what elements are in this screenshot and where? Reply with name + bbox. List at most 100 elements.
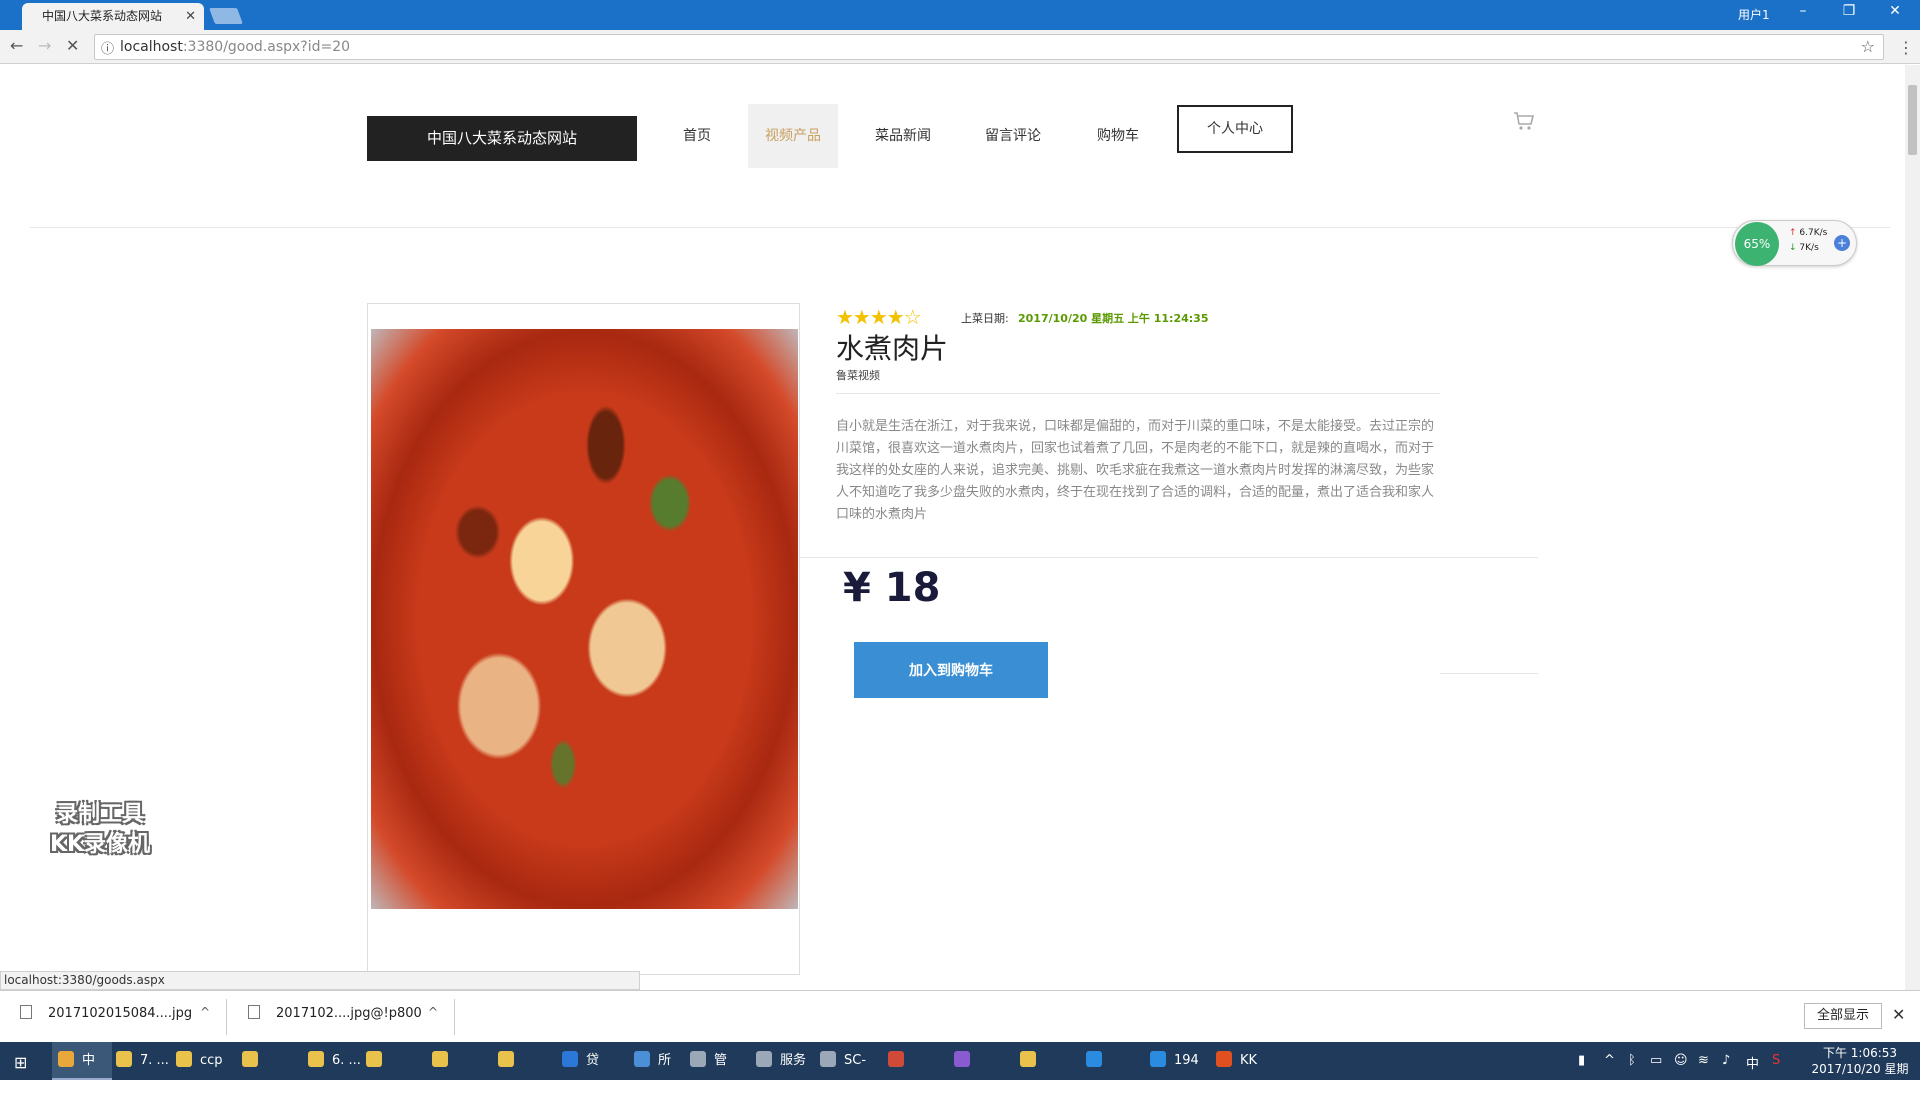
scroll-thumb[interactable] xyxy=(1908,85,1917,155)
add-to-cart-button[interactable]: 加入到购物车 xyxy=(854,642,1048,698)
app-icon xyxy=(888,1051,904,1067)
taskbar-app[interactable]: KK录... xyxy=(1210,1042,1270,1106)
divider xyxy=(836,393,1440,394)
taskbar-app[interactable]: food... xyxy=(948,1042,1008,1106)
url-text: localhost:3380/good.aspx?id=20 xyxy=(120,39,350,55)
taskbar-app[interactable]: SC-2... xyxy=(814,1042,874,1106)
watermark-line1: 录制工具 xyxy=(55,802,144,827)
nav-comments[interactable]: 留言评论 xyxy=(976,104,1050,168)
nav-dish-news[interactable]: 菜品新闻 xyxy=(866,104,940,168)
memory-percent: 65% xyxy=(1735,222,1779,266)
app-icon xyxy=(1216,1051,1232,1067)
app-icon xyxy=(1086,1051,1102,1067)
show-all-button[interactable]: 全部显示 xyxy=(1804,1003,1882,1029)
minimize-icon[interactable]: – xyxy=(1788,3,1818,19)
battery-icon[interactable]: ▮ xyxy=(1578,1053,1585,1068)
divider xyxy=(800,557,1538,558)
download-speed: ↓ 7K/s xyxy=(1789,243,1819,253)
stop-icon[interactable]: ✕ xyxy=(66,36,79,55)
page-scrollbar[interactable] xyxy=(1905,65,1920,990)
taskbar-app-label: Soup... xyxy=(498,1091,544,1106)
taskbar-app[interactable]: 6. ... xyxy=(302,1042,362,1080)
up-arrow-icon: ↑ xyxy=(1789,228,1797,238)
product-title: 水煮肉片 xyxy=(836,332,949,365)
watermark-line2: KK录像机 xyxy=(49,832,151,857)
taskbar-app[interactable]: 服务 xyxy=(750,1042,810,1080)
plus-icon[interactable]: + xyxy=(1834,235,1850,251)
chevron-up-icon[interactable]: ^ xyxy=(428,1005,438,1019)
nav-cart[interactable]: 购物车 xyxy=(1086,104,1150,168)
date-value: 2017/10/20 星期五 上午 11:24:35 xyxy=(1018,312,1209,325)
chevron-up-icon[interactable]: ^ xyxy=(200,1005,210,1019)
taskbar-app[interactable]: PicPi... xyxy=(1014,1042,1074,1106)
bluetooth-icon[interactable]: ᛒ xyxy=(1628,1053,1636,1068)
taskbar-app[interactable]: Tea... xyxy=(1080,1042,1140,1106)
tab-close-icon[interactable]: ✕ xyxy=(185,3,196,30)
app-icon xyxy=(820,1051,836,1067)
site-logo[interactable]: 中国八大菜系动态网站 xyxy=(367,116,637,161)
taskbar-app[interactable]: D:\M... xyxy=(882,1042,942,1106)
taskbar-app-label: 7. ... xyxy=(140,1053,169,1068)
app-icon xyxy=(562,1051,578,1067)
taskbar-app[interactable]: ccp xyxy=(170,1042,230,1080)
download-value: 7K/s xyxy=(1799,243,1819,253)
tray-chevron-icon[interactable]: ^ xyxy=(1604,1053,1615,1068)
app-icon xyxy=(432,1051,448,1067)
taskbar-app[interactable]: color... xyxy=(426,1042,486,1106)
taskbar-app-label: fitness xyxy=(366,1091,410,1106)
forward-icon[interactable]: → xyxy=(38,36,51,55)
restore-icon[interactable]: ❐ xyxy=(1834,3,1864,19)
taskbar-app-label: food... xyxy=(954,1091,996,1106)
close-icon[interactable]: ✕ xyxy=(1892,1005,1905,1024)
taskbar-app-label: Baid... xyxy=(242,1091,284,1106)
bookmark-star-icon[interactable]: ☆ xyxy=(1861,37,1875,56)
taskbar-app-label: 6. ... xyxy=(332,1053,361,1068)
upload-value: 6.7K/s xyxy=(1799,228,1828,238)
taskbar-app[interactable]: 所有... xyxy=(628,1042,688,1106)
ime-indicator[interactable]: 中 xyxy=(1746,1053,1759,1072)
nav-home[interactable]: 首页 xyxy=(670,104,724,168)
new-tab-button[interactable] xyxy=(209,8,243,24)
network-monitor-widget[interactable]: 65% ↑ 6.7K/s ↓ 7K/s + xyxy=(1732,220,1857,266)
taskbar-app[interactable]: 中国... xyxy=(52,1042,112,1106)
taskbar-app-label: ccp xyxy=(200,1053,223,1068)
taskbar-app[interactable]: 管理... xyxy=(684,1042,744,1106)
page-content: 中国八大菜系动态网站 首页 视频产品 菜品新闻 留言评论 购物车 个人中心 ★★… xyxy=(0,65,1905,990)
nav-profile[interactable]: 个人中心 xyxy=(1177,105,1293,153)
download-item[interactable]: 2017102....jpg@!p800 xyxy=(248,1005,422,1021)
app-icon xyxy=(242,1051,258,1067)
info-icon[interactable]: ⓘ xyxy=(101,38,114,57)
app-icon xyxy=(366,1051,382,1067)
app-icon xyxy=(1020,1051,1036,1067)
app-icon xyxy=(954,1051,970,1067)
people-icon[interactable]: ☺ xyxy=(1674,1053,1688,1068)
address-bar[interactable]: ⓘ localhost:3380/good.aspx?id=20 ☆ xyxy=(94,34,1884,60)
menu-icon[interactable]: ⋮ xyxy=(1898,38,1914,57)
taskbar-app[interactable]: fitness xyxy=(360,1042,420,1106)
wifi-icon[interactable]: ≋ xyxy=(1698,1053,1709,1068)
app-icon xyxy=(690,1051,706,1067)
app-icon xyxy=(498,1051,514,1067)
taskbar-app[interactable]: Baid... xyxy=(236,1042,296,1106)
browser-tab[interactable]: 中国八大菜系动态网站 ✕ xyxy=(22,3,204,30)
close-window-icon[interactable]: ✕ xyxy=(1880,3,1910,19)
power-icon[interactable]: ▭ xyxy=(1650,1053,1662,1068)
taskbar-app[interactable]: 贷款... xyxy=(556,1042,616,1106)
taskbar-app[interactable]: Soup... xyxy=(492,1042,552,1106)
product-image-frame xyxy=(367,303,800,975)
tab-title: 中国八大菜系动态网站 xyxy=(42,9,163,23)
taskbar-app[interactable]: 7. ... xyxy=(110,1042,170,1080)
windows-taskbar: ⊞ 中国... 7. ... ccp Baid... 6. ... fitness colo… xyxy=(0,1042,1920,1106)
windows-start-icon[interactable]: ⊞ xyxy=(14,1053,27,1072)
nav-video-products[interactable]: 视频产品 xyxy=(748,104,838,168)
app-icon xyxy=(1150,1051,1166,1067)
volume-icon[interactable]: ♪ xyxy=(1722,1053,1730,1068)
sogou-icon[interactable]: S xyxy=(1772,1053,1780,1068)
cart-icon[interactable] xyxy=(1512,109,1536,133)
taskbar-app[interactable]: 194 ... xyxy=(1144,1042,1204,1106)
back-icon[interactable]: ← xyxy=(10,36,23,55)
taskbar-clock[interactable]: 下午 1:06:53 2017/10/20 星期五 xyxy=(1806,1045,1914,1093)
profile-name[interactable]: 用户1 xyxy=(1738,6,1770,23)
download-item[interactable]: 2017102015084....jpg xyxy=(20,1005,192,1021)
divider xyxy=(454,999,455,1035)
